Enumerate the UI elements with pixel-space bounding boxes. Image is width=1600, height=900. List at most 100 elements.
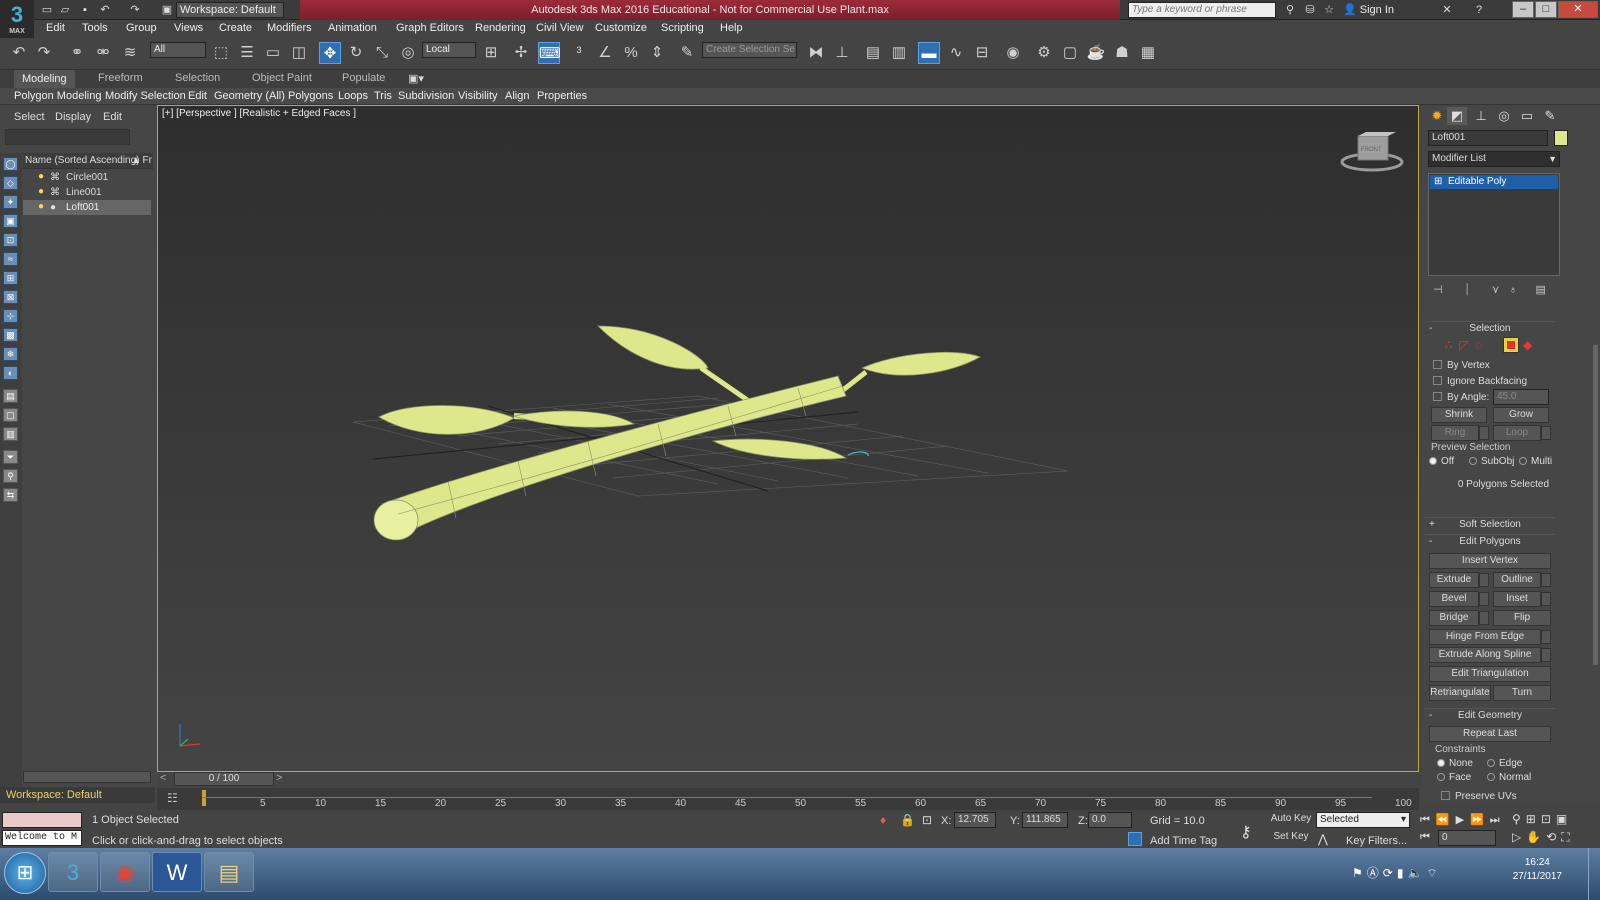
start-button-icon[interactable]: ⊞ [4,852,46,894]
tray-adobe-icon[interactable]: Ⓐ [1367,866,1383,880]
rect-selection-icon[interactable]: ▭ [262,42,284,64]
bridge-settings-button[interactable] [1479,611,1489,625]
keyframe-icon[interactable]: ⋀ [1318,832,1328,846]
play-icon[interactable]: ▶ [1456,814,1470,826]
panel-loops[interactable]: Loops [338,90,368,102]
viewcube[interactable]: FRONT [1340,132,1404,172]
set-key-button[interactable]: Set Key [1270,830,1312,846]
polygon-mode-icon[interactable] [1503,337,1519,353]
help-icon[interactable]: ? [1472,3,1486,17]
isolate-selection-icon[interactable]: ♦ [880,813,886,827]
constraint-none-radio[interactable]: None [1437,758,1473,769]
scene-search-input[interactable] [5,129,130,145]
perspective-viewport[interactable]: [+] [Perspective ] [Realistic + Edged Fa… [157,105,1419,772]
workspace-dropdown[interactable]: Workspace: Default [176,2,284,18]
panel-geometry-all[interactable]: Geometry (All) [214,90,285,102]
show-end-result-icon[interactable]: ⏐ [1464,284,1470,296]
menu-civil-view[interactable]: Civil View [536,22,583,34]
rollout-selection[interactable]: - Selection [1425,321,1555,335]
turn-button[interactable]: Turn [1493,685,1551,701]
edit-named-selection-icon[interactable]: ✎ [676,42,698,64]
zoom-extents-all-icon[interactable]: ▣ [1556,812,1572,826]
flip-button[interactable]: Flip [1493,610,1551,626]
menu-animation[interactable]: Animation [328,22,377,34]
display-cameras-icon[interactable]: ▣ [3,214,18,228]
preview-multi-radio[interactable]: Multi [1519,456,1552,467]
zoom-extents-icon[interactable]: ⊡ [1541,812,1556,826]
object-name-field[interactable]: Loft001 [1428,130,1548,146]
remove-modifier-icon[interactable]: ♁ [1509,284,1517,296]
panel-subdivision[interactable]: Subdivision [398,90,454,102]
display-containers-icon[interactable]: ▩ [3,328,18,342]
menu-views[interactable]: Views [174,22,203,34]
retriangulate-button[interactable]: Retriangulate [1429,685,1491,701]
command-panel-scrollbar[interactable] [1593,345,1598,665]
percent-snap-icon[interactable]: % [620,42,642,64]
display-hidden-icon[interactable]: ◐ [3,366,18,380]
tab-object-paint[interactable]: Object Paint [252,72,312,84]
rotate-icon[interactable]: ↻ [345,42,367,64]
menu-group[interactable]: Group [126,22,157,34]
hinge-from-edge-button[interactable]: Hinge From Edge [1429,629,1541,645]
taskbar-word-icon[interactable]: W [152,852,202,892]
grow-button[interactable]: Grow [1493,407,1549,423]
select-by-name-icon[interactable]: ☰ [236,42,258,64]
select-object-icon[interactable]: ⬚ [210,42,232,64]
key-filters-button[interactable]: Key Filters... [1346,835,1407,847]
rollout-edit-polygons[interactable]: - Edit Polygons [1425,534,1555,548]
key-selection-dropdown[interactable]: Selected ▾ [1316,812,1410,828]
edit-triangulation-button[interactable]: Edit Triangulation [1429,666,1551,682]
display-none-icon[interactable]: ▢ [3,408,18,422]
menu-modifiers[interactable]: Modifiers [267,22,312,34]
extrude-settings-button[interactable] [1479,573,1489,587]
vertex-mode-icon[interactable]: ∴ [1445,338,1453,352]
undo-icon[interactable]: ↶ [8,42,30,64]
display-invert-icon[interactable]: ▥ [3,427,18,441]
render-iterative-icon[interactable]: ☗ [1111,42,1133,64]
maximize-viewport-icon[interactable]: ⛶ [1561,830,1574,844]
menu-graph-editors[interactable]: Graph Editors [396,22,464,34]
menu-rendering[interactable]: Rendering [475,22,526,34]
panel-modify-selection[interactable]: Modify Selection [105,90,186,102]
new-file-icon[interactable]: ▭ [40,3,54,17]
rendered-frame-window-icon[interactable]: ▢ [1059,42,1081,64]
panel-properties[interactable]: Properties [537,90,587,102]
rollout-soft-selection[interactable]: + Soft Selection [1425,517,1555,531]
display-shapes-icon[interactable]: ◇ [3,176,18,190]
reference-coord-dropdown[interactable]: Local [422,42,476,58]
display-lights-icon[interactable]: ✦ [3,195,18,209]
schematic-view-icon[interactable]: ⊟ [971,42,993,64]
display-tab-icon[interactable]: ▭ [1517,107,1537,125]
light-bulb-icon[interactable]: ● [38,172,46,182]
maxscript-listener-top[interactable] [2,812,82,828]
link-icon[interactable]: ⚭ [66,42,88,64]
redo-icon[interactable]: ↷ [33,42,55,64]
tray-battery-icon[interactable]: ▮ [1397,866,1408,880]
tab-selection[interactable]: Selection [175,72,220,84]
pan-icon[interactable]: ✋ [1526,830,1546,844]
inset-settings-button[interactable] [1541,592,1551,606]
go-to-start-icon[interactable]: ⏮ [1420,814,1436,826]
maximize-button[interactable]: □ [1535,1,1557,18]
x-coord-field[interactable]: 12.705 [954,812,996,828]
close-button[interactable]: ✕ [1558,1,1598,18]
menu-scripting[interactable]: Scripting [661,22,704,34]
menu-create[interactable]: Create [219,22,252,34]
selection-filter-dropdown[interactable]: All [150,42,206,58]
panel-tris[interactable]: Tris [374,90,392,102]
z-coord-field[interactable]: 0.0 [1088,812,1132,828]
light-bulb-icon[interactable]: ● [38,187,46,197]
y-coord-field[interactable]: 111.865 [1022,812,1068,828]
preserve-uvs-checkbox[interactable]: Preserve UVs [1441,791,1517,802]
preview-subobj-radio[interactable]: SubObj [1469,456,1514,467]
make-unique-icon[interactable]: ⋎ [1492,284,1500,296]
curve-editor-icon[interactable]: ∿ [945,42,967,64]
layer-explorer-icon[interactable]: ▤ [862,42,884,64]
redo-quick-icon[interactable]: ↷ [128,3,142,17]
create-tab-icon[interactable]: ✹ [1427,107,1447,125]
zoom-icon[interactable]: ⚲ [1512,812,1526,826]
spinner-snap-icon[interactable]: ⇕ [646,42,668,64]
constraint-normal-radio[interactable]: Normal [1487,772,1531,783]
set-key-mode-icon[interactable]: ⚷ [1240,822,1252,842]
ring-button[interactable]: Ring [1431,425,1479,441]
